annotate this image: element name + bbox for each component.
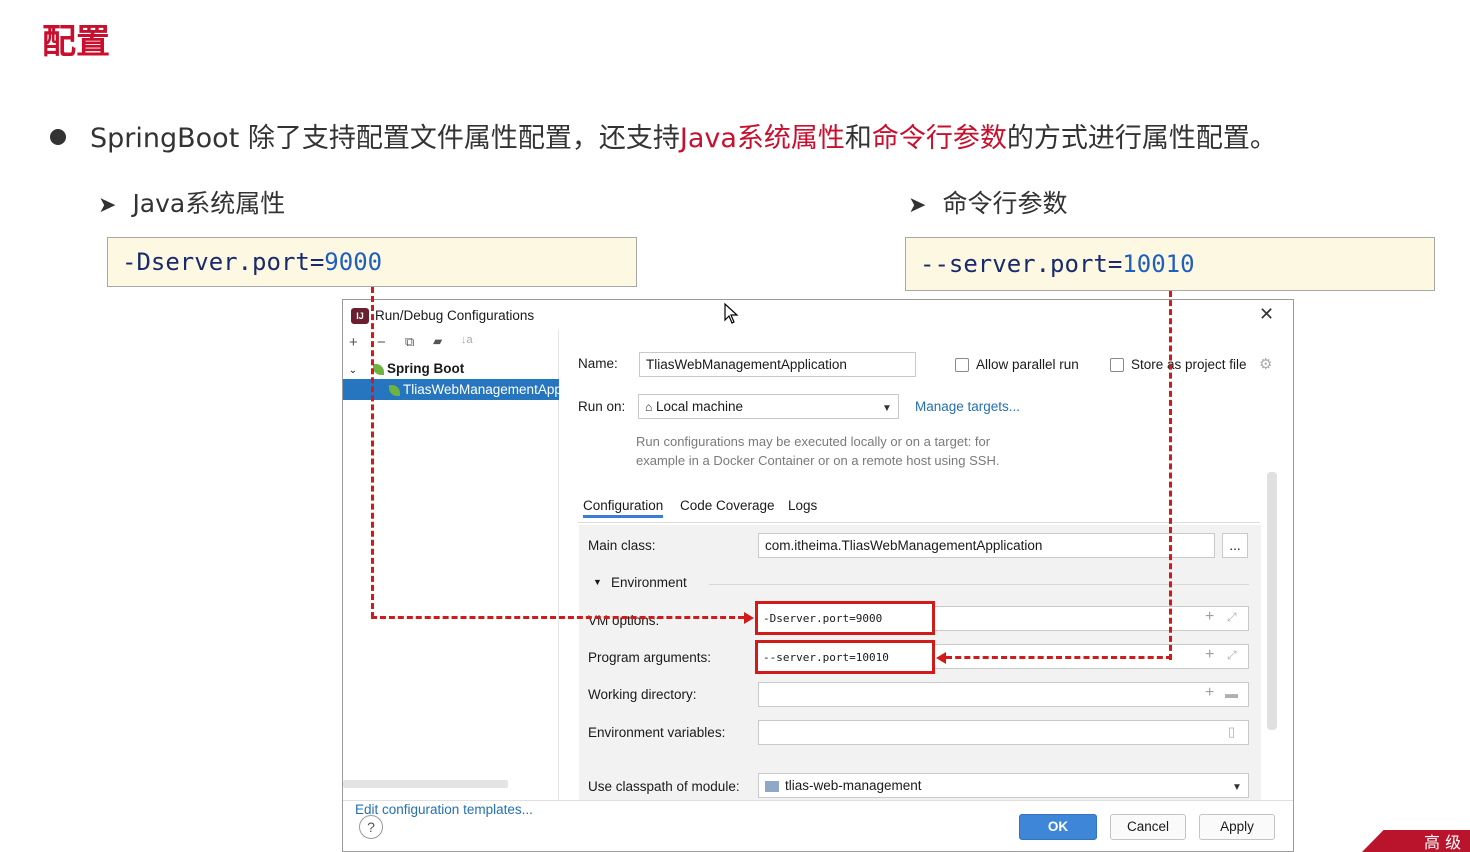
arrow-bullet-icon: ➤ <box>908 193 927 218</box>
add-icon[interactable]: + <box>349 334 358 351</box>
tab-configuration[interactable]: Configuration <box>583 498 664 518</box>
store-project-checkbox[interactable] <box>1110 358 1124 372</box>
folder-icon[interactable]: ▬ <box>1225 686 1238 701</box>
name-input[interactable]: TliasWebManagementApplication <box>639 352 916 377</box>
annotation-arrow-left-icon <box>936 652 946 664</box>
bullet-text-2: 的方式进行属性配置。 <box>1006 123 1277 154</box>
apply-button[interactable]: Apply <box>1199 814 1275 840</box>
sub-heading-cmd: ➤ 命令行参数 <box>908 184 1067 220</box>
expand-icon[interactable]: ⤢ <box>1227 610 1237 625</box>
chevron-down-icon[interactable]: ⌄ <box>343 360 363 379</box>
tab-logs[interactable]: Logs <box>788 498 817 513</box>
code-cmd-value: 10010 <box>1122 250 1195 278</box>
remove-icon[interactable]: − <box>377 334 386 351</box>
vertical-scrollbar[interactable] <box>1267 472 1277 730</box>
bullet-highlight-java: Java系统属性 <box>679 123 845 154</box>
copy-icon[interactable]: ⧉ <box>405 334 414 350</box>
hint-line-1: Run configurations may be executed local… <box>636 434 991 449</box>
collapse-triangle-icon[interactable]: ▼ <box>593 577 602 587</box>
bullet-text-and: 和 <box>844 123 872 154</box>
plus-icon[interactable]: + <box>1205 646 1214 664</box>
program-args-input[interactable]: --server.port=10010 <box>755 640 935 674</box>
help-button[interactable]: ? <box>359 815 383 839</box>
arrow-bullet-icon: ➤ <box>98 193 117 218</box>
mouse-cursor-icon <box>724 303 739 324</box>
run-debug-dialog: IJ Run/Debug Configurations ✕ + − ⧉ ▰ ↓a… <box>342 299 1294 852</box>
close-icon[interactable]: ✕ <box>1259 304 1274 325</box>
footer-divider <box>343 800 1293 801</box>
code-box-cmd: --server.port= 10010 <box>905 237 1435 291</box>
working-dir-input[interactable] <box>758 682 1249 707</box>
sub-heading-java-text: Java系统属性 <box>132 189 286 218</box>
chevron-down-icon[interactable]: ▼ <box>882 403 892 414</box>
expand-icon[interactable]: ⤢ <box>1227 648 1237 663</box>
allow-parallel-label: Allow parallel run <box>976 357 1079 372</box>
main-class-input[interactable]: com.itheima.TliasWebManagementApplicatio… <box>758 533 1215 558</box>
intellij-app-icon: IJ <box>351 308 369 324</box>
tree-group-spring-boot[interactable]: ⌄ Spring Boot <box>343 358 559 379</box>
browse-button[interactable]: ... <box>1222 533 1248 558</box>
bullet-highlight-cmd: 命令行参数 <box>871 123 1007 154</box>
env-vars-input[interactable] <box>758 720 1249 745</box>
cancel-button[interactable]: Cancel <box>1110 814 1186 840</box>
sub-heading-java: ➤ Java系统属性 <box>98 184 285 220</box>
name-label: Name: <box>578 356 618 371</box>
edit-templates-link[interactable]: Edit configuration templates... <box>355 802 533 817</box>
chevron-down-icon[interactable]: ▼ <box>1232 782 1242 793</box>
tree-group-label: Spring Boot <box>387 361 465 376</box>
env-vars-label: Environment variables: <box>588 725 726 740</box>
document-icon[interactable]: ▯ <box>1228 724 1235 740</box>
allow-parallel-checkbox[interactable] <box>955 358 969 372</box>
code-java-value: 9000 <box>324 248 383 276</box>
annotation-line-cmd-vertical <box>1169 291 1172 660</box>
section-divider <box>709 584 1249 585</box>
ok-button[interactable]: OK <box>1019 814 1097 840</box>
config-tree-pane: + − ⧉ ▰ ↓a ⌄ Spring Boot TliasWebManageme… <box>343 330 559 817</box>
code-cmd-prefix: --server.port= <box>920 250 1123 278</box>
code-java-prefix: -Dserver.port= <box>122 248 325 276</box>
plus-icon[interactable]: + <box>1205 608 1214 626</box>
spring-app-icon <box>389 384 400 396</box>
bullet-text-1: SpringBoot 除了支持配置文件属性配置，还支持 <box>90 123 680 154</box>
run-on-value: Local machine <box>656 399 744 414</box>
sub-heading-cmd-text: 命令行参数 <box>942 189 1068 218</box>
store-project-label: Store as project file <box>1131 357 1247 372</box>
run-on-label: Run on: <box>578 399 626 414</box>
folder-icon[interactable]: ▰ <box>433 334 442 348</box>
gear-icon[interactable]: ⚙ <box>1259 355 1272 373</box>
classpath-label: Use classpath of module: <box>588 779 740 794</box>
annotation-line-java-horizontal <box>371 616 744 619</box>
tree-item-tlias[interactable]: TliasWebManagementApplication <box>343 379 559 400</box>
classpath-value: tlias-web-management <box>785 778 922 793</box>
sort-icon[interactable]: ↓a <box>461 334 473 346</box>
tree-item-label: TliasWebManagementApplication <box>403 382 559 397</box>
plus-icon[interactable]: + <box>1205 684 1214 702</box>
annotation-arrow-right-icon <box>744 612 754 624</box>
program-args-label: Program arguments: <box>588 650 712 665</box>
home-icon: ⌂ <box>645 400 653 414</box>
dialog-title: Run/Debug Configurations <box>375 308 535 323</box>
configuration-panel: Main class: com.itheima.TliasWebManageme… <box>579 525 1261 800</box>
code-box-java: -Dserver.port= 9000 <box>107 237 637 287</box>
corner-badge: 高 级 <box>1362 830 1470 852</box>
tabs-divider <box>578 522 1260 523</box>
manage-targets-link[interactable]: Manage targets... <box>915 399 1020 414</box>
vm-options-input[interactable]: -Dserver.port=9000 <box>755 601 935 635</box>
slide-title: 配置 <box>42 22 110 62</box>
classpath-select[interactable]: tlias-web-management <box>758 773 1249 798</box>
hint-line-2: example in a Docker Container or on a re… <box>636 453 1000 468</box>
run-on-hint: Run configurations may be executed local… <box>636 432 999 470</box>
environment-section: Environment <box>611 575 687 590</box>
annotation-line-cmd-horizontal <box>946 656 1172 659</box>
bullet-point: SpringBoot 除了支持配置文件属性配置，还支持Java系统属性和命令行参… <box>50 116 1277 155</box>
spring-boot-icon <box>373 363 384 375</box>
tab-code-coverage[interactable]: Code Coverage <box>680 498 775 513</box>
working-dir-label: Working directory: <box>588 687 697 702</box>
run-on-select[interactable]: ⌂ Local machine <box>638 394 899 419</box>
horizontal-scrollbar[interactable] <box>343 780 508 788</box>
main-class-label: Main class: <box>588 538 656 553</box>
module-icon <box>765 780 779 792</box>
bullet-dot-icon <box>50 128 66 145</box>
annotation-line-java-vertical <box>371 287 374 618</box>
